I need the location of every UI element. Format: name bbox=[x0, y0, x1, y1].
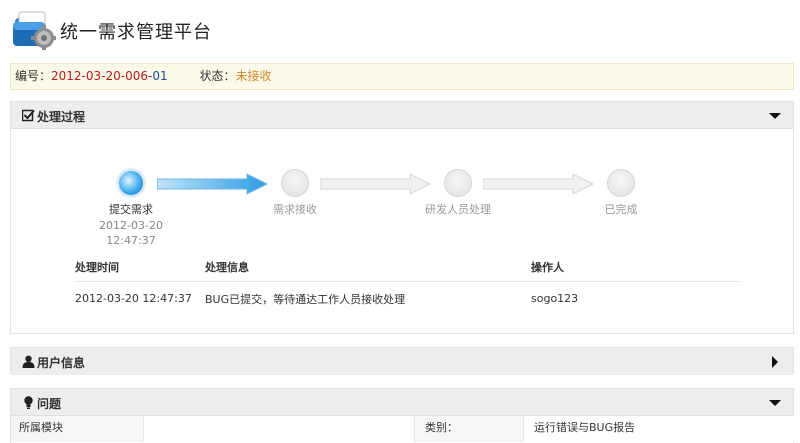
table-header-row: 处理时间 处理信息 操作人 bbox=[75, 254, 739, 282]
module-value bbox=[144, 416, 414, 442]
app-header: 统一需求管理平台 bbox=[0, 0, 800, 62]
status-value: 未接收 bbox=[235, 69, 272, 83]
step-indicator bbox=[607, 169, 635, 197]
column-header-info: 处理信息 bbox=[205, 254, 531, 282]
number-label: 编号： bbox=[15, 69, 52, 83]
step-date: 2012-03-20 bbox=[99, 219, 163, 232]
category-label: 类别： bbox=[414, 416, 524, 442]
cell-operator: sogo123 bbox=[531, 292, 579, 306]
process-log-table: 处理时间 处理信息 操作人 2012-03-20 12:47:37 BUG已提交… bbox=[75, 254, 739, 316]
user-info-panel: 用户信息 bbox=[10, 347, 794, 375]
user-info-panel-header[interactable]: 用户信息 bbox=[11, 348, 793, 375]
number-suffix: 01 bbox=[152, 69, 168, 83]
step-label: 提交需求 bbox=[109, 203, 153, 216]
step-label: 需求接收 bbox=[273, 203, 317, 216]
issue-panel-title: 问题 bbox=[37, 397, 62, 411]
process-panel-title: 处理过程 bbox=[37, 110, 86, 124]
triangle-right-icon[interactable] bbox=[769, 356, 781, 368]
number-value: 2012-03-20-006- bbox=[51, 69, 153, 83]
app-logo-icon bbox=[13, 11, 56, 50]
column-header-operator: 操作人 bbox=[531, 254, 739, 282]
triangle-down-icon[interactable] bbox=[769, 110, 781, 122]
triangle-down-icon[interactable] bbox=[769, 397, 781, 409]
step-label: 已完成 bbox=[604, 203, 638, 216]
process-panel: 处理过程 提交需求 2012-03-20 12:47:37 需求接收 研发人员处… bbox=[10, 101, 794, 334]
issue-panel-header[interactable]: 问题 bbox=[11, 389, 793, 416]
step-indicator bbox=[444, 169, 472, 197]
step-label: 研发人员处理 bbox=[425, 203, 491, 216]
category-value: 运行错误与BUG报告 bbox=[524, 416, 795, 442]
issue-detail-row: 所属模块 类别： 运行错误与BUG报告 bbox=[11, 416, 795, 442]
issue-panel: 问题 所属模块 类别： 运行错误与BUG报告 bbox=[10, 388, 795, 443]
cell-time: 2012-03-20 12:47:37 bbox=[75, 292, 192, 306]
step-indicator bbox=[281, 169, 309, 197]
table-row: 2012-03-20 12:47:37 BUG已提交，等待通达工作人员接收处理 … bbox=[75, 281, 739, 316]
user-icon bbox=[22, 355, 35, 368]
column-header-time: 处理时间 bbox=[75, 254, 205, 282]
cell-info: BUG已提交，等待通达工作人员接收处理 bbox=[205, 292, 406, 306]
app-title: 统一需求管理平台 bbox=[60, 22, 212, 43]
status-label: 状态： bbox=[199, 69, 236, 83]
info-bar: 编号：2012-03-20-006-01 状态：未接收 bbox=[10, 63, 794, 90]
step-indicator bbox=[117, 169, 145, 197]
checkbox-icon bbox=[22, 109, 35, 122]
module-label: 所属模块 bbox=[11, 416, 144, 442]
step-complete: 已完成 bbox=[566, 169, 676, 217]
user-info-panel-title: 用户信息 bbox=[37, 356, 86, 370]
bulb-icon bbox=[24, 396, 33, 409]
process-panel-header[interactable]: 处理过程 bbox=[11, 102, 793, 129]
step-time: 12:47:37 bbox=[106, 234, 156, 247]
process-steps: 提交需求 2012-03-20 12:47:37 需求接收 研发人员处理 已完成 bbox=[11, 129, 795, 249]
